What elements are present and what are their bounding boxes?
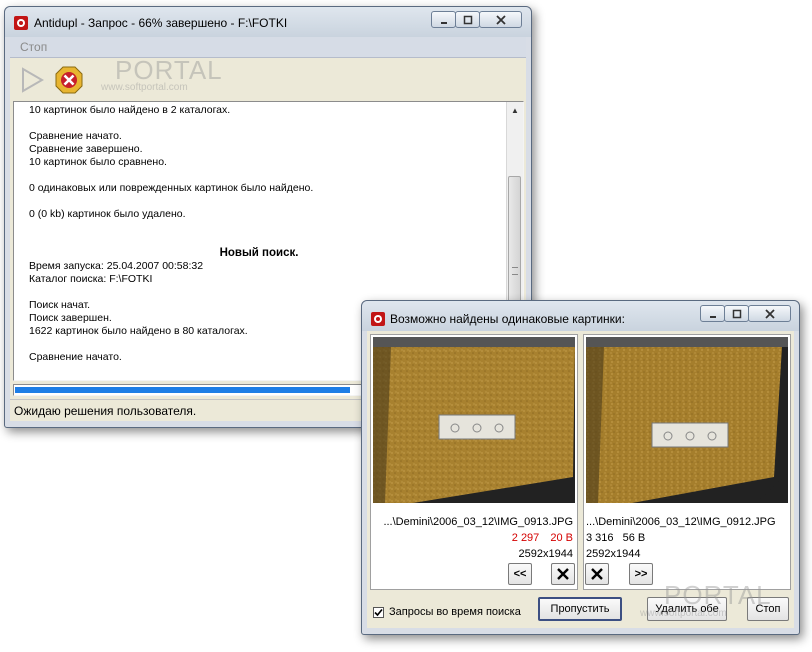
status-text: Ожидаю решения пользователя. [14,404,197,418]
main-titlebar[interactable]: Antidupl - Запрос - 66% завершено - F:\F… [5,7,531,37]
left-file-path: ...\Demini\2006_03_12\IMG_0913.JPG [383,516,573,528]
delete-left-button[interactable] [551,563,575,585]
left-photo-image[interactable] [373,337,575,503]
right-image-panel: ...\Demini\2006_03_12\IMG_0912.JPG 3 316… [583,334,791,590]
log-heading: Новый поиск. [219,247,299,259]
right-photo-image[interactable] [586,337,788,503]
search-requests-checkbox[interactable] [373,607,384,618]
minimize-button[interactable] [700,305,725,322]
checkmark-icon [374,608,383,617]
duplicates-dialog: Возможно найдены одинаковые картинки: ..… [361,300,800,635]
maximize-button[interactable] [455,11,480,28]
progress-fill [15,387,350,393]
stop-icon[interactable] [54,65,84,95]
right-size-value: 3 316 [586,532,614,544]
left-size-unit: 20 B [550,532,573,544]
log-line: Сравнение начато. [29,130,122,142]
close-icon [764,308,775,319]
menu-item-stop[interactable]: Стоп [20,40,47,54]
next-button[interactable]: >> [629,563,653,585]
prev-button[interactable]: << [508,563,532,585]
close-icon [495,14,506,25]
scroll-up-arrow-icon[interactable]: ▲ [507,102,523,118]
left-image-panel: ...\Demini\2006_03_12\IMG_0913.JPG 2 297… [370,334,578,590]
dialog-title: Возможно найдены одинаковые картинки: [390,312,625,326]
log-line: 10 картинок было найдено в 2 каталогах. [29,104,231,116]
left-file-size: 2 297 20 B [512,532,573,544]
log-line: 0 одинаковых или поврежденных картинок б… [29,182,314,194]
maximize-icon [732,309,741,318]
right-file-path: ...\Demini\2006_03_12\IMG_0912.JPG [586,516,776,528]
left-dimensions: 2592x1944 [518,548,573,560]
toolbar [10,58,526,98]
close-button[interactable] [479,11,522,28]
main-window-title: Antidupl - Запрос - 66% завершено - F:\F… [34,16,288,30]
close-button[interactable] [748,305,791,322]
log-line: Время запуска: 25.04.2007 00:58:32 [29,260,204,272]
log-line: Сравнение завершено. [29,143,143,155]
delete-x-icon [557,568,569,580]
log-line: Каталог поиска: F:\FOTKI [29,273,153,285]
minimize-icon [709,315,716,318]
log-line: 0 (0 kb) картинок было удалено. [29,208,186,220]
delete-both-button[interactable]: Удалить обе [647,597,727,621]
right-file-size: 3 316 56 B [586,532,645,544]
play-icon[interactable] [18,66,46,94]
maximize-button[interactable] [724,305,749,322]
app-icon [14,16,28,30]
right-dimensions: 2592x1944 [586,548,641,560]
scroll-grip-icon [512,267,518,275]
skip-button[interactable]: Пропустить [538,597,622,621]
search-requests-label[interactable]: Запросы во время поиска [389,606,521,618]
delete-right-button[interactable] [585,563,609,585]
menu-bar: Стоп [10,37,526,58]
app-icon [371,312,385,326]
log-line: 10 картинок было сравнено. [29,156,167,168]
dialog-client: ...\Demini\2006_03_12\IMG_0913.JPG 2 297… [367,331,794,628]
minimize-icon [440,21,447,24]
delete-x-icon [591,568,603,580]
dialog-titlebar[interactable]: Возможно найдены одинаковые картинки: [362,301,799,331]
maximize-icon [463,15,472,24]
minimize-button[interactable] [431,11,456,28]
right-size-unit: 56 B [622,532,646,544]
left-size-value: 2 297 [511,532,540,544]
stop-button[interactable]: Стоп [747,597,789,621]
